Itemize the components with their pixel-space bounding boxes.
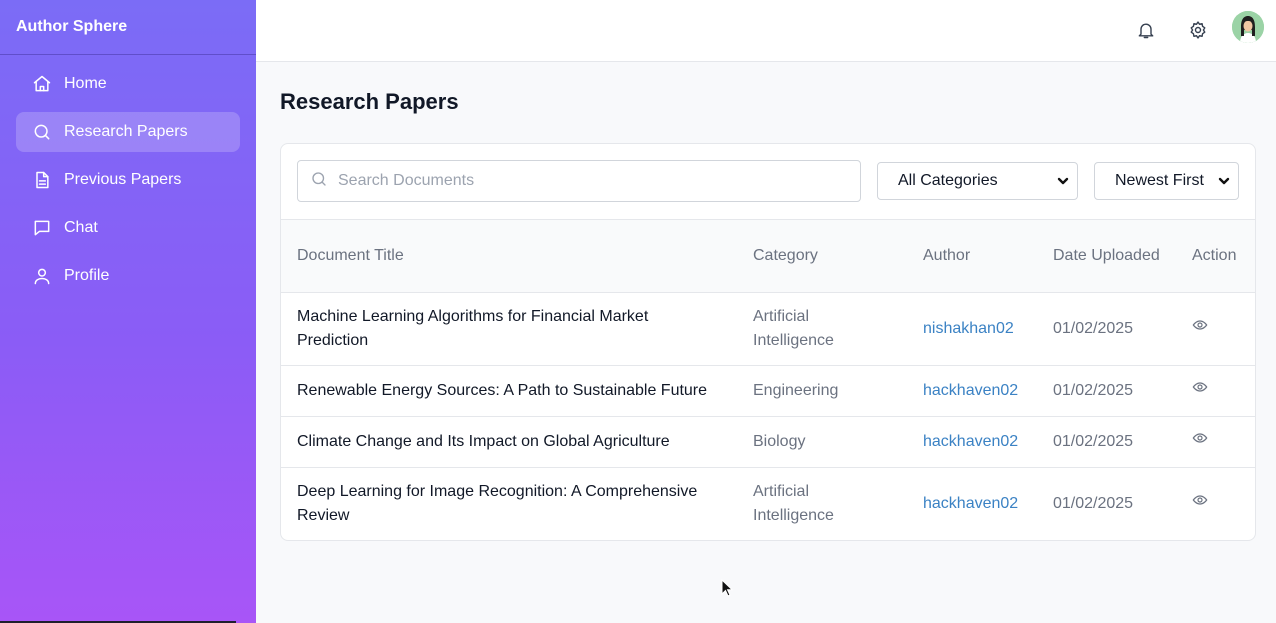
sidebar-item-label: Profile <box>64 267 110 284</box>
sidebar-item-label: Home <box>64 75 107 92</box>
sidebar-nav: Home Research Papers Previous Papers Cha… <box>0 55 256 296</box>
author-link[interactable]: hackhaven02 <box>923 382 1018 399</box>
gear-icon[interactable] <box>1186 18 1210 42</box>
table-row: Machine Learning Algorithms for Financia… <box>281 291 1255 365</box>
page-title: Research Papers <box>280 89 459 114</box>
document-title: Deep Learning for Image Recognition: A C… <box>281 466 737 540</box>
table-row: Climate Change and Its Impact on Global … <box>281 415 1255 467</box>
search-box[interactable] <box>297 160 861 202</box>
column-header-category[interactable]: Category <box>737 220 907 292</box>
view-eye-icon[interactable] <box>1192 319 1208 337</box>
chevron-down-icon <box>1057 175 1069 187</box>
bell-icon[interactable] <box>1134 18 1158 42</box>
sidebar-item-label: Previous Papers <box>64 171 182 188</box>
documents-table: Document Title Category Author Date Uplo… <box>281 220 1255 540</box>
sidebar-item-chat[interactable]: Chat <box>16 208 240 248</box>
sidebar-item-label: Research Papers <box>64 123 188 140</box>
avatar[interactable] <box>1232 11 1264 43</box>
document-category: Artificial Intelligence <box>737 466 907 540</box>
document-icon <box>32 170 52 190</box>
sort-select[interactable]: Newest First <box>1094 162 1239 200</box>
author-link[interactable]: hackhaven02 <box>923 433 1018 450</box>
document-category: Biology <box>737 415 907 467</box>
column-header-author[interactable]: Author <box>907 220 1037 292</box>
document-title: Renewable Energy Sources: A Path to Sust… <box>281 364 737 416</box>
filter-bar: All Categories Newest First <box>281 144 1255 220</box>
sidebar: Author Sphere Home Research Papers Previ… <box>0 0 256 623</box>
column-header-title[interactable]: Document Title <box>281 220 737 292</box>
sidebar-item-home[interactable]: Home <box>16 64 240 104</box>
top-bar <box>256 0 1276 62</box>
column-header-date[interactable]: Date Uploaded <box>1037 220 1176 292</box>
upload-date: 01/02/2025 <box>1037 364 1176 416</box>
author-link[interactable]: hackhaven02 <box>923 495 1018 512</box>
category-select-value: All Categories <box>898 172 998 189</box>
brand-title: Author Sphere <box>0 0 256 55</box>
document-title: Machine Learning Algorithms for Financia… <box>281 291 737 365</box>
column-header-action: Action <box>1192 246 1237 264</box>
upload-date: 01/02/2025 <box>1037 466 1176 540</box>
table-row: Deep Learning for Image Recognition: A C… <box>281 466 1255 540</box>
search-icon <box>310 170 328 193</box>
sidebar-item-previous-papers[interactable]: Previous Papers <box>16 160 240 200</box>
document-category: Engineering <box>737 364 907 416</box>
author-link[interactable]: nishakhan02 <box>923 320 1014 337</box>
home-icon <box>32 74 52 94</box>
document-title: Climate Change and Its Impact on Global … <box>281 415 737 467</box>
user-icon <box>32 266 52 286</box>
view-eye-icon[interactable] <box>1192 432 1208 450</box>
upload-date: 01/02/2025 <box>1037 291 1176 365</box>
sidebar-item-research-papers[interactable]: Research Papers <box>16 112 240 152</box>
category-select[interactable]: All Categories <box>877 162 1078 200</box>
table-row: Renewable Energy Sources: A Path to Sust… <box>281 364 1255 416</box>
sidebar-item-label: Chat <box>64 219 98 236</box>
upload-date: 01/02/2025 <box>1037 415 1176 467</box>
search-input[interactable] <box>338 172 838 190</box>
view-eye-icon[interactable] <box>1192 381 1208 399</box>
table-header-row: Document Title Category Author Date Uplo… <box>281 220 1255 292</box>
chevron-down-icon <box>1218 175 1230 187</box>
search-icon <box>32 122 52 142</box>
documents-card: All Categories Newest First Document Tit… <box>280 143 1256 541</box>
mouse-cursor-icon <box>721 579 733 597</box>
sort-select-value: Newest First <box>1115 172 1204 189</box>
document-category: Artificial Intelligence <box>737 291 907 365</box>
sidebar-item-profile[interactable]: Profile <box>16 256 240 296</box>
chat-icon <box>32 218 52 238</box>
view-eye-icon[interactable] <box>1192 495 1208 512</box>
